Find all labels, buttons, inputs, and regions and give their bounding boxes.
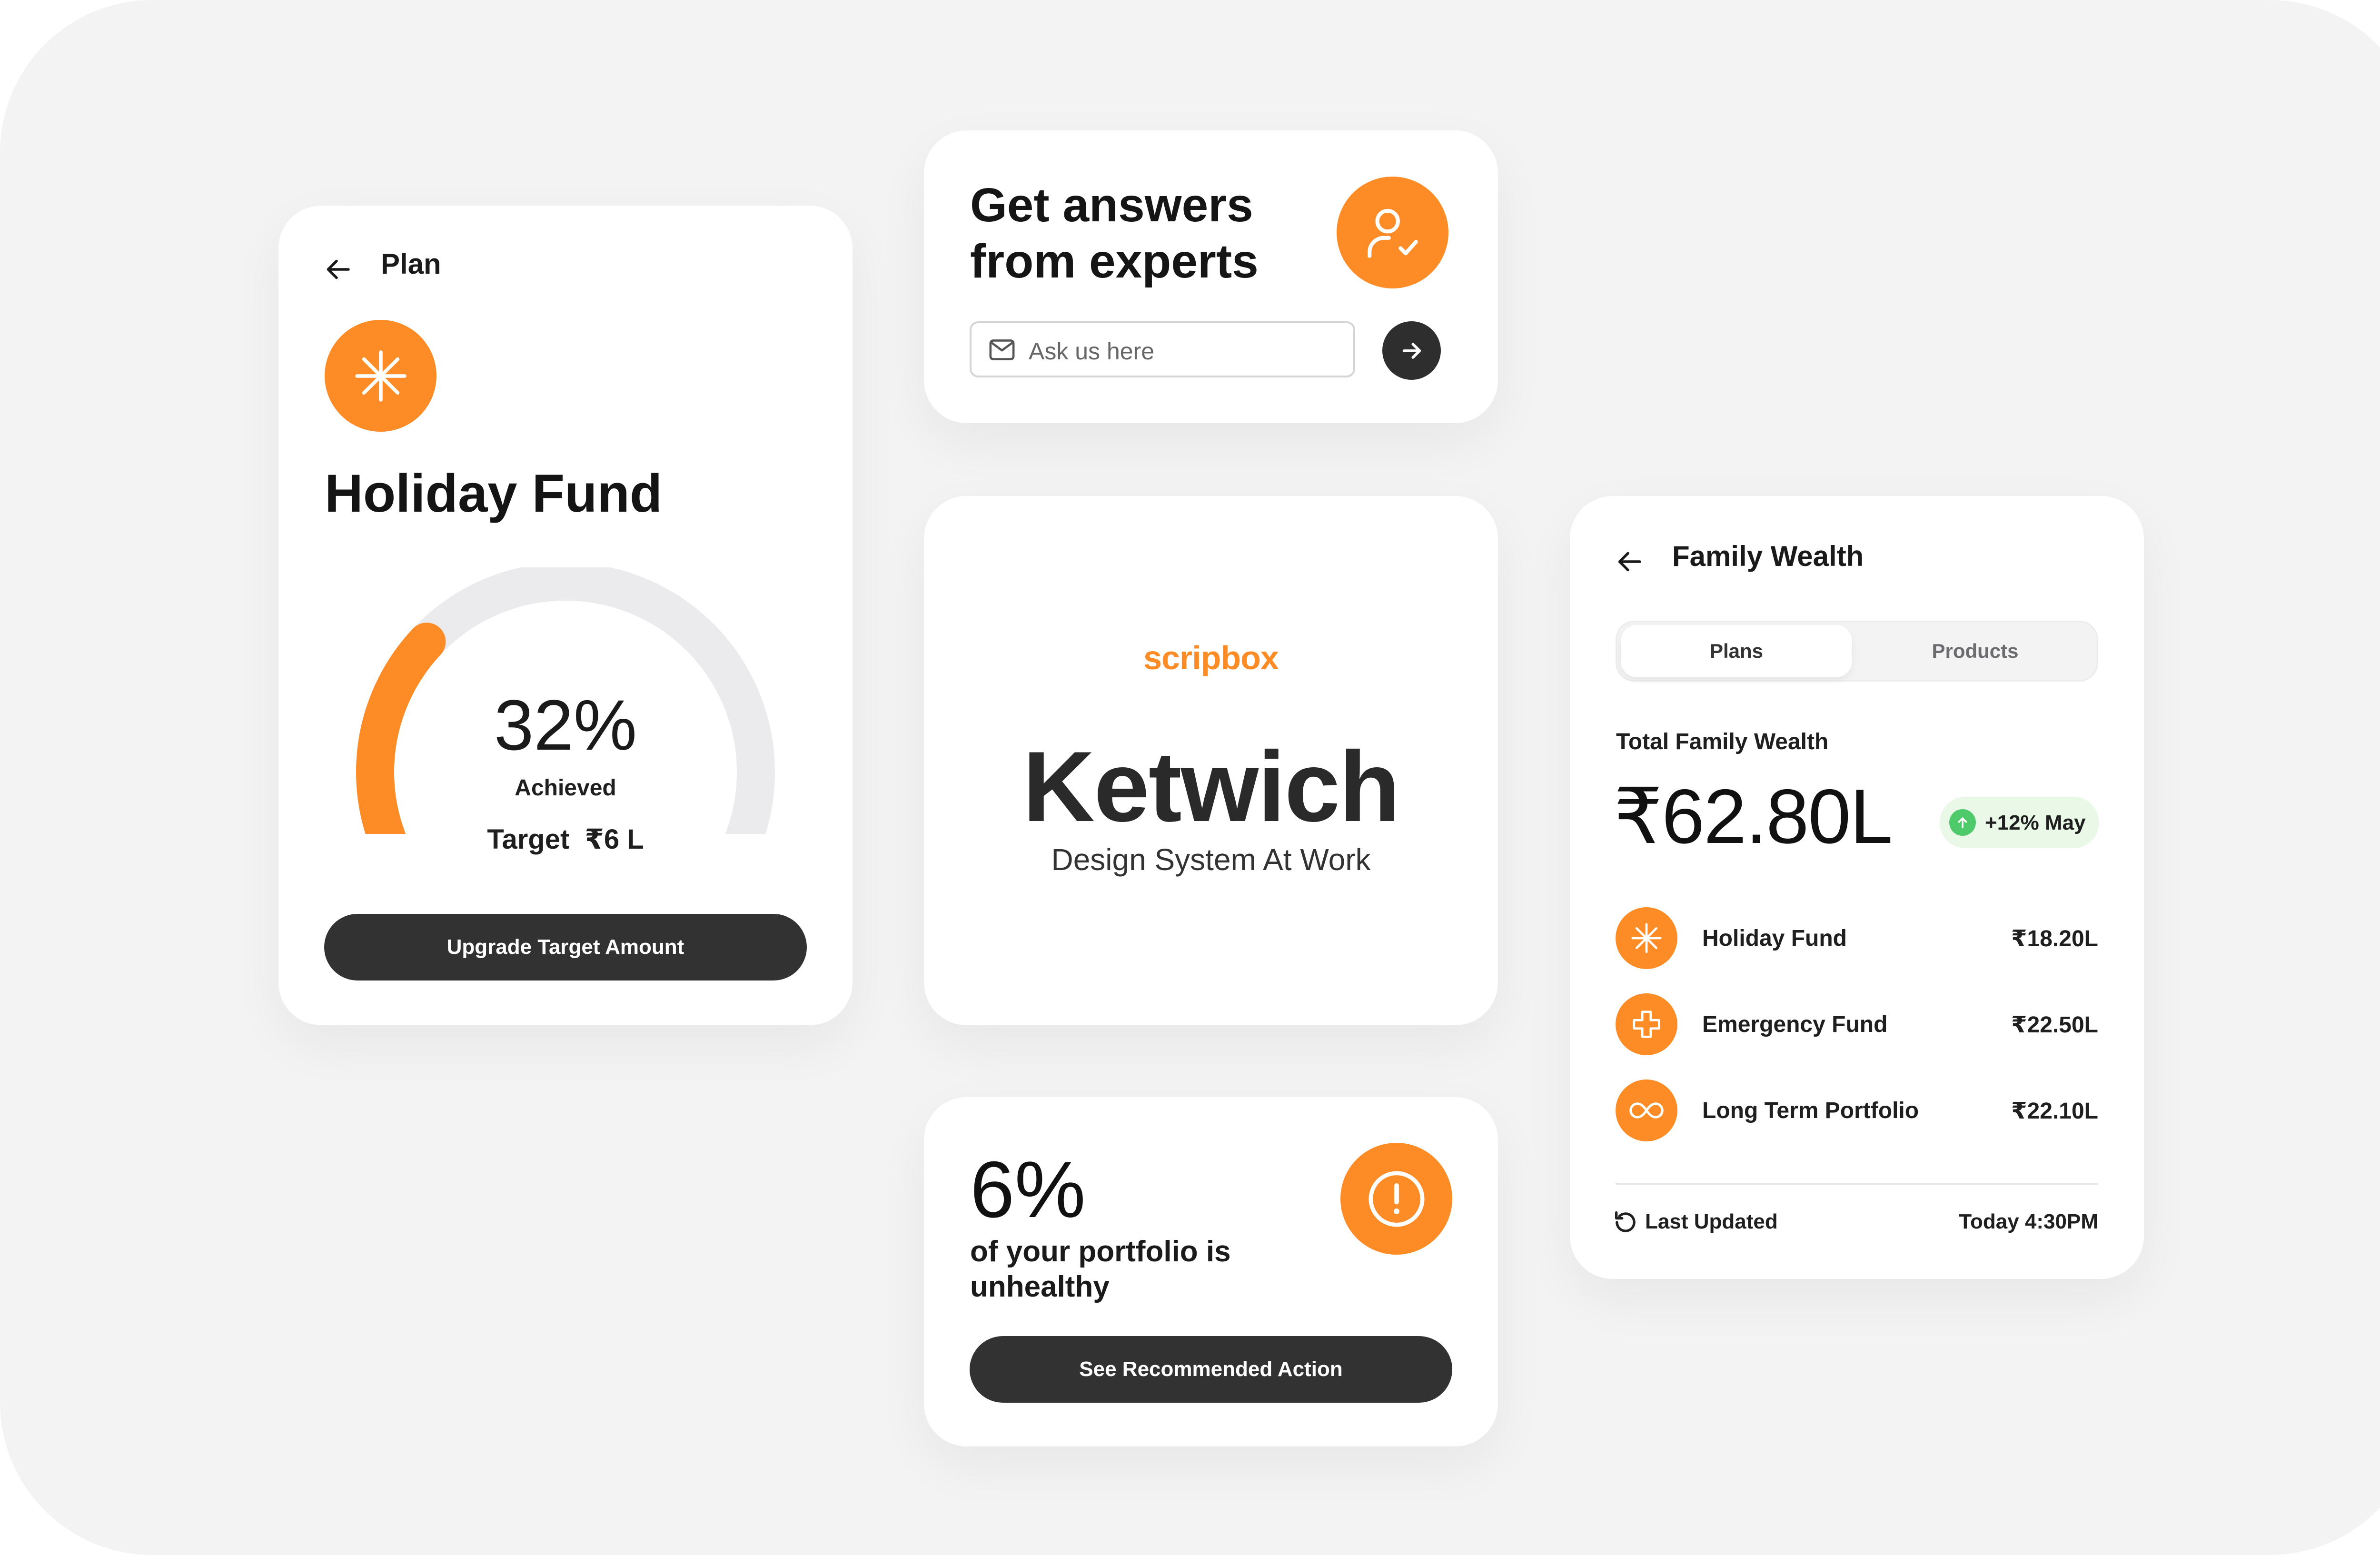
last-updated-label: Last Updated	[1645, 1210, 1778, 1233]
experts-title-line2: from experts	[970, 235, 1259, 288]
experts-title-line1: Get answers	[970, 178, 1253, 232]
refresh-icon[interactable]	[1612, 1208, 1639, 1236]
fund-value: ₹18.20L	[2011, 926, 2098, 951]
progress-status: Achieved	[515, 775, 616, 801]
scripbox-logo: scripbox	[1143, 639, 1279, 676]
tab-products[interactable]: Products	[1855, 625, 2095, 677]
page-title: Plan	[381, 248, 441, 280]
total-wealth-label: Total Family Wealth	[1616, 729, 1829, 754]
tab-plans[interactable]: Plans	[1621, 625, 1852, 677]
last-updated-value: Today 4:30PM	[1959, 1210, 2098, 1233]
list-item-emergency-fund[interactable]: Emergency Fund ₹22.50L	[1616, 993, 2098, 1055]
fund-avatar	[325, 320, 436, 432]
unhealthy-percent: 6%	[970, 1145, 1086, 1234]
brand-card: scripbox Ketwich Design System At Work	[924, 496, 1498, 1025]
ask-input-placeholder: Ask us here	[1029, 338, 1155, 365]
ask-input[interactable]: Ask us here	[970, 321, 1355, 377]
asterisk-icon	[1631, 923, 1662, 953]
page-title: Family Wealth	[1672, 540, 1864, 572]
list-item-long-term-portfolio[interactable]: Long Term Portfolio ₹22.10L	[1616, 1080, 2098, 1141]
fund-value: ₹22.10L	[2011, 1099, 2098, 1124]
mail-icon	[989, 339, 1015, 360]
experts-card: Get answers from experts Ask us here	[924, 130, 1498, 423]
expert-avatar	[1337, 177, 1448, 288]
plan-card: Plan Holiday Fund 32% Achieved Target ₹6…	[278, 206, 853, 1025]
experts-title: Get answers from experts	[970, 177, 1259, 289]
alert-circle-icon	[1368, 1171, 1424, 1227]
see-recommended-action-button[interactable]: See Recommended Action	[970, 1336, 1452, 1403]
family-wealth-card: Family Wealth Plans Products Total Famil…	[1570, 496, 2144, 1279]
design-system-name: Ketwich	[1022, 731, 1400, 842]
fund-value: ₹22.50L	[2011, 1012, 2098, 1038]
fund-avatar	[1616, 907, 1677, 969]
fund-avatar	[1616, 1080, 1677, 1141]
asterisk-icon	[355, 350, 407, 402]
fund-name: Holiday Fund	[325, 464, 663, 523]
change-label: +12% May	[1985, 811, 2086, 834]
plus-icon	[1633, 1010, 1660, 1038]
arrow-left-icon[interactable]	[1616, 547, 1645, 576]
fund-name: Emergency Fund	[1702, 1012, 1888, 1037]
canvas: Plan Holiday Fund 32% Achieved Target ₹6…	[0, 0, 2380, 1555]
target-label: Target	[487, 824, 570, 855]
portfolio-health-card: 6% of your portfolio is unhealthy See Re…	[924, 1097, 1498, 1446]
send-button[interactable]	[1382, 321, 1441, 380]
arrow-left-icon[interactable]	[325, 255, 353, 284]
change-badge: +12% May	[1940, 797, 2099, 848]
health-message: of your portfolio is unhealthy	[970, 1235, 1231, 1303]
fund-name: Long Term Portfolio	[1702, 1098, 1919, 1123]
design-system-tagline: Design System At Work	[1051, 842, 1371, 877]
infinity-icon	[1629, 1102, 1664, 1119]
arrow-up-icon	[1949, 809, 1976, 836]
target-row: Target ₹6 L	[278, 823, 853, 855]
target-value: ₹6 L	[585, 824, 644, 855]
fund-avatar	[1616, 993, 1677, 1055]
total-wealth-value: ₹62.80L	[1614, 773, 1893, 860]
divider	[1616, 1183, 2098, 1185]
arrow-right-icon	[1402, 343, 1421, 359]
progress-percent: 32%	[494, 685, 637, 765]
user-check-icon	[1367, 208, 1418, 258]
alert-badge	[1340, 1143, 1452, 1255]
upgrade-target-button[interactable]: Upgrade Target Amount	[324, 914, 807, 981]
list-item-holiday-fund[interactable]: Holiday Fund ₹18.20L	[1616, 907, 2098, 969]
segmented-tabs: Plans Products	[1616, 621, 2098, 682]
fund-name: Holiday Fund	[1702, 926, 1847, 951]
